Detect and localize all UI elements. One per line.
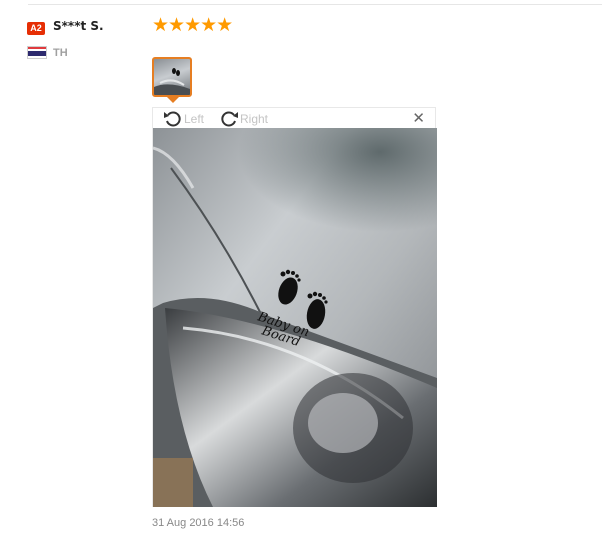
rotate-left-label: Left xyxy=(184,111,205,126)
review-image-thumbnail[interactable] xyxy=(152,57,192,97)
viewer-toolbar: Left Right ✕ xyxy=(153,108,435,129)
thailand-flag-icon xyxy=(27,46,47,59)
buyer-country: TH xyxy=(53,47,68,59)
rotate-right-label: Right xyxy=(240,111,269,126)
review-date: 31 Aug 2016 14:56 xyxy=(152,517,245,529)
buyer-level-badge: A2 xyxy=(27,22,45,35)
thumbnail-pointer xyxy=(167,97,179,103)
rotate-right-icon xyxy=(221,111,238,127)
rotate-left-button[interactable]: Left xyxy=(163,110,204,127)
buyer-name: S***t S. xyxy=(53,19,104,33)
review-photo: Baby on Board xyxy=(153,128,437,507)
rotate-left-icon xyxy=(164,111,181,127)
close-icon[interactable]: ✕ xyxy=(412,111,425,126)
divider xyxy=(28,4,602,5)
rotate-right-button[interactable]: Right xyxy=(219,110,268,127)
star-rating: ★★★★★ xyxy=(152,15,233,36)
image-viewer: Left Right ✕ Baby on Board xyxy=(152,107,437,507)
